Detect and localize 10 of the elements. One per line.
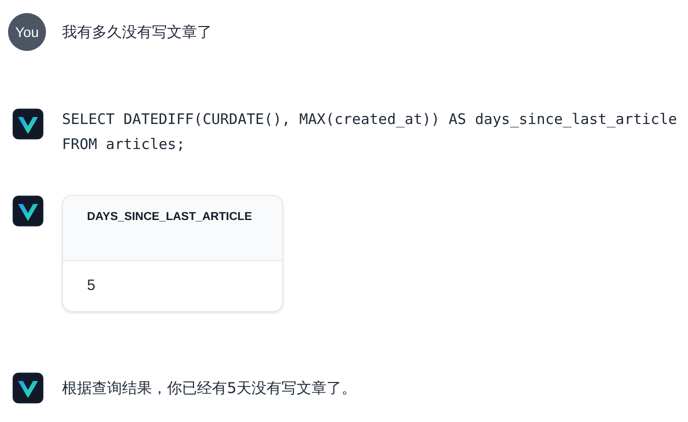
sql-code-line: FROM articles; — [62, 135, 186, 155]
bot-avatar-icon — [12, 372, 44, 404]
bot-avatar-icon — [12, 108, 44, 140]
bot-message: 根据查询结果，你已经有5天没有写文章了。 — [62, 378, 357, 399]
user-avatar: You — [8, 13, 46, 51]
sql-code-line: SELECT DATEDIFF(CURDATE(), MAX(created_at)) AS days_since_last_article — [62, 110, 678, 130]
table-cell-text: 5 — [86, 276, 96, 296]
bot-avatar-icon — [12, 195, 44, 227]
user-message: 我有多久没有写文章了 — [62, 22, 212, 43]
column-header: DAYS_SINCE_LAST_ARTICLE — [86, 210, 252, 225]
